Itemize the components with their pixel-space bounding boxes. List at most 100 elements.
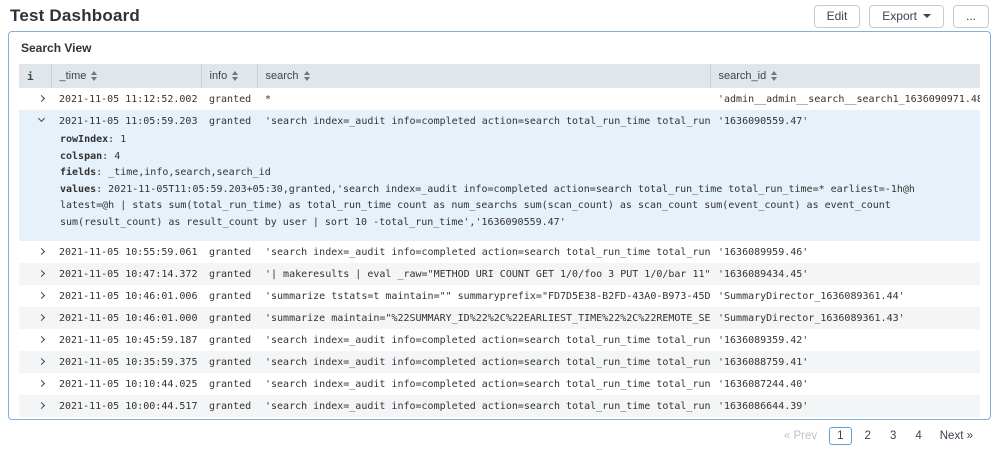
chevron-right-icon — [38, 291, 45, 298]
pagination-page-4[interactable]: 4 — [909, 427, 927, 445]
cell-info: granted — [201, 373, 257, 395]
cell-time: 2021-11-05 10:45:59.187 — [51, 329, 201, 351]
cell-search: '| makeresults | eval _raw="METHOD URI C… — [257, 263, 710, 285]
page-title: Test Dashboard — [10, 6, 140, 26]
cell-search-id: '1636087244.40' — [710, 373, 980, 395]
cell-search-id: '1636088759.41' — [710, 351, 980, 373]
cell-search-id: '1636089359.42' — [710, 329, 980, 351]
cell-info: granted — [201, 351, 257, 373]
cell-search-id: '1636089959.46' — [710, 241, 980, 263]
cell-search-id: 'SummaryDirector_1636089361.43' — [710, 307, 980, 329]
panel-title: Search View — [19, 41, 980, 55]
row-detail-content: rowIndex: 1colspan: 4fields: _time,info,… — [51, 132, 980, 241]
row-detail: rowIndex: 1colspan: 4fields: _time,info,… — [19, 132, 980, 241]
cell-time: 2021-11-05 11:12:52.002 — [51, 88, 201, 110]
edit-button[interactable]: Edit — [814, 5, 861, 28]
results-table: i _time info search search_id 2021-11-05 11:… — [19, 64, 980, 417]
cell-search: 'search index=_audit info=completed acti… — [257, 110, 710, 132]
detail-line-values: values: 2021-11-05T11:05:59.203+05:30,gr… — [60, 182, 970, 232]
cell-search: 'search index=_audit info=completed acti… — [257, 351, 710, 373]
column-header-_time[interactable]: _time — [51, 64, 201, 88]
column-header-i: i — [19, 64, 51, 88]
chevron-right-icon — [38, 269, 45, 276]
row-expand-toggle[interactable] — [19, 329, 51, 351]
cell-search: 'summarize maintain="%22SUMMARY_ID%22%2C… — [257, 307, 710, 329]
sort-icon — [304, 71, 310, 81]
column-header-info[interactable]: info — [201, 64, 257, 88]
pagination-prev[interactable]: « Prev — [779, 427, 822, 445]
column-header-search[interactable]: search — [257, 64, 710, 88]
cell-search-id: 'admin__admin__search__search1_163609097… — [710, 88, 980, 110]
column-header-label: i — [27, 70, 34, 83]
row-expand-toggle[interactable] — [19, 395, 51, 417]
edit-button-label: Edit — [827, 9, 848, 23]
table-header-row: i _time info search search_id — [19, 64, 980, 88]
row-expand-toggle[interactable] — [19, 88, 51, 110]
cell-info: granted — [201, 88, 257, 110]
dashboard-panel: Search View i _time info search search_id 20… — [8, 31, 991, 420]
export-button[interactable]: Export — [869, 5, 944, 28]
column-header-search_id[interactable]: search_id — [710, 64, 980, 88]
chevron-down-icon — [38, 114, 45, 121]
column-header-label: search — [266, 70, 299, 82]
more-actions-button[interactable]: ... — [953, 5, 989, 28]
table-row: 2021-11-05 10:46:01.000granted'summarize… — [19, 307, 980, 329]
row-expand-toggle[interactable] — [19, 110, 51, 132]
row-expand-toggle[interactable] — [19, 373, 51, 395]
row-expand-toggle[interactable] — [19, 307, 51, 329]
detail-key: colspan — [60, 151, 102, 162]
cell-search: * — [257, 88, 710, 110]
cell-info: granted — [201, 329, 257, 351]
pagination-pages: 1234 — [829, 427, 928, 445]
table-row: 2021-11-05 10:46:01.006granted'summarize… — [19, 285, 980, 307]
chevron-right-icon — [38, 335, 45, 342]
detail-line-fields: fields: _time,info,search,search_id — [60, 165, 970, 182]
detail-key: values — [60, 184, 96, 195]
pagination-page-3[interactable]: 3 — [884, 427, 902, 445]
column-header-label: info — [210, 70, 228, 82]
cell-search-id: '1636090559.47' — [710, 110, 980, 132]
table-row: 2021-11-05 11:12:52.002granted*'admin__a… — [19, 88, 980, 110]
table-row: 2021-11-05 10:35:59.375granted'search in… — [19, 351, 980, 373]
more-actions-label: ... — [966, 9, 976, 23]
chevron-right-icon — [38, 94, 45, 101]
sort-icon — [771, 71, 777, 81]
chevron-right-icon — [38, 313, 45, 320]
detail-line-colspan: colspan: 4 — [60, 149, 970, 166]
sort-icon — [232, 71, 238, 81]
cell-search: 'summarize tstats=t maintain="" summaryp… — [257, 285, 710, 307]
cell-info: granted — [201, 285, 257, 307]
pagination-page-1[interactable]: 1 — [829, 427, 851, 445]
cell-time: 2021-11-05 10:47:14.372 — [51, 263, 201, 285]
pagination-page-2[interactable]: 2 — [859, 427, 877, 445]
cell-info: granted — [201, 395, 257, 417]
table-row: 2021-11-05 10:55:59.061granted'search in… — [19, 241, 980, 263]
cell-search-id: '1636089434.45' — [710, 263, 980, 285]
cell-info: granted — [201, 110, 257, 132]
sort-icon — [91, 71, 97, 81]
cell-time: 2021-11-05 10:35:59.375 — [51, 351, 201, 373]
row-expand-toggle[interactable] — [19, 285, 51, 307]
row-expand-toggle[interactable] — [19, 241, 51, 263]
export-button-label: Export — [882, 9, 917, 23]
row-expand-toggle[interactable] — [19, 351, 51, 373]
detail-key: fields — [60, 167, 96, 178]
cell-info: granted — [201, 241, 257, 263]
table-row: 2021-11-05 10:45:59.187granted'search in… — [19, 329, 980, 351]
cell-time: 2021-11-05 10:46:01.006 — [51, 285, 201, 307]
chevron-right-icon — [38, 247, 45, 254]
cell-info: granted — [201, 307, 257, 329]
cell-time: 2021-11-05 10:55:59.061 — [51, 241, 201, 263]
cell-search: 'search index=_audit info=completed acti… — [257, 373, 710, 395]
cell-search: 'search index=_audit info=completed acti… — [257, 241, 710, 263]
pagination-next[interactable]: Next » — [935, 427, 978, 445]
cell-time: 2021-11-05 11:05:59.203 — [51, 110, 201, 132]
table-row: 2021-11-05 11:05:59.203granted'search in… — [19, 110, 980, 132]
pagination: « Prev 1234 Next » — [19, 427, 980, 445]
chevron-right-icon — [38, 401, 45, 408]
caret-down-icon — [923, 14, 931, 18]
cell-search-id: 'SummaryDirector_1636089361.44' — [710, 285, 980, 307]
table-row: 2021-11-05 10:00:44.517granted'search in… — [19, 395, 980, 417]
top-bar: Test Dashboard Edit Export ... — [0, 0, 999, 31]
row-expand-toggle[interactable] — [19, 263, 51, 285]
